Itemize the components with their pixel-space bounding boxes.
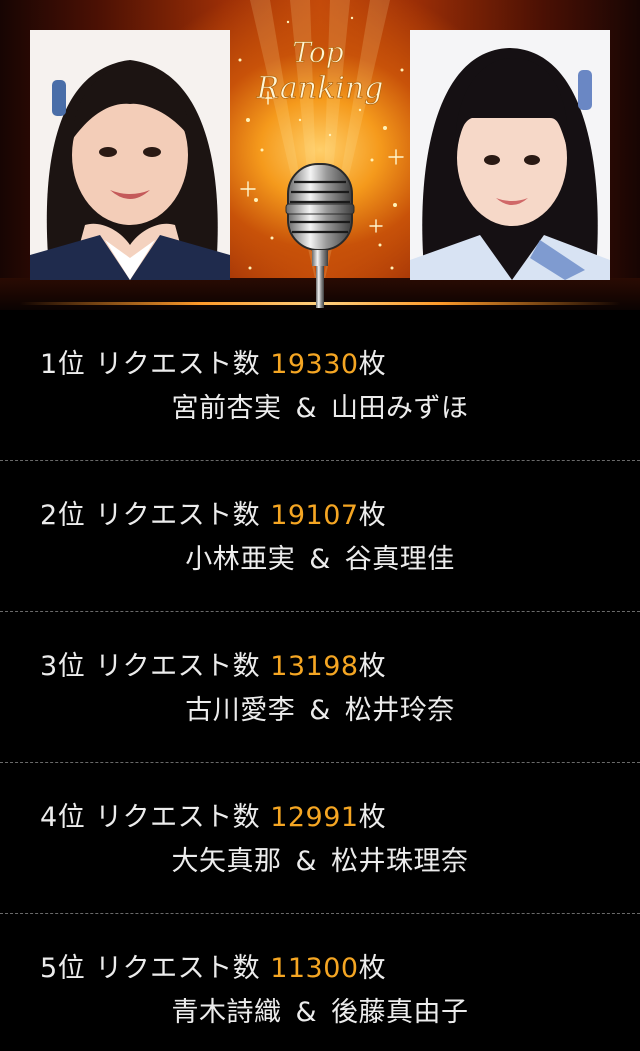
microphone-icon (285, 163, 355, 308)
member-name-a: 青木詩織 (171, 997, 282, 1028)
logo-top-text: Top (292, 36, 343, 69)
member-pair: 小林亜実 & 谷真理佳 (0, 537, 640, 576)
rank-number: 2 (40, 500, 58, 531)
rank-line: 5位 リクエスト数 11300枚 (40, 946, 386, 985)
member-name-b: 谷真理佳 (344, 544, 455, 575)
rank-line: 3位 リクエスト数 13198枚 (40, 644, 386, 683)
request-count-value: 19330 (270, 349, 359, 380)
pair-separator: & (295, 846, 318, 877)
pair-separator: & (309, 695, 331, 726)
ranking-row: 4位 リクエスト数 12991枚大矢真那 & 松井珠理奈 (0, 763, 640, 914)
rank-suffix: 位 (57, 651, 86, 682)
member-name-b: 松井玲奈 (344, 695, 455, 726)
ranking-row: 3位 リクエスト数 13198枚古川愛李 & 松井玲奈 (0, 612, 640, 763)
rank-number: 4 (40, 802, 58, 833)
request-count-label: リクエスト数 (95, 802, 261, 833)
member-name-a: 小林亜実 (185, 544, 296, 575)
top-ranking-page: Top Ranking 1位 リクエスト数 19330枚 宮前杏実 & 山田みず… (0, 0, 640, 1051)
request-count-value: 12991 (270, 802, 359, 833)
ranking-row: 1位 リクエスト数 19330枚宮前杏実 & 山田みずほ (0, 310, 640, 461)
member-pair: 宮前杏実 & 山田みずほ (0, 386, 640, 425)
rank-line: 2位 リクエスト数 19107枚 (40, 493, 386, 532)
member-name-b: 後藤真由子 (331, 997, 469, 1028)
rank-line: 4位 リクエスト数 12991枚 (40, 795, 386, 834)
member-name-b: 松井珠理奈 (331, 846, 469, 877)
count-unit: 枚 (358, 802, 387, 833)
rank-line: 1位 リクエスト数 19330枚 (40, 342, 386, 381)
rank-suffix: 位 (57, 802, 86, 833)
rank-suffix: 位 (57, 500, 86, 531)
member-pair: 古川愛李 & 松井玲奈 (0, 688, 640, 727)
request-count-value: 13198 (270, 651, 359, 682)
request-count-label: リクエスト数 (95, 500, 261, 531)
member-name-a: 宮前杏実 (171, 393, 282, 424)
rank-number: 5 (40, 953, 58, 984)
count-unit: 枚 (358, 953, 387, 984)
rank-suffix: 位 (57, 953, 86, 984)
ranking-row: 5位 リクエスト数 11300枚青木詩織 & 後藤真由子 (0, 914, 640, 1051)
member-photo-left (30, 30, 230, 280)
member-photo-right (410, 30, 610, 280)
rank-number: 1 (40, 349, 58, 380)
count-unit: 枚 (358, 349, 387, 380)
member-name-a: 大矢真那 (171, 846, 282, 877)
header-banner: Top Ranking (0, 0, 640, 310)
top-ranking-logo: Top Ranking (255, 36, 384, 107)
rank-number: 3 (40, 651, 58, 682)
count-unit: 枚 (358, 651, 387, 682)
member-name-a: 古川愛李 (185, 695, 296, 726)
member-pair: 大矢真那 & 松井珠理奈 (0, 839, 640, 878)
logo-ranking-text: Ranking (256, 71, 384, 106)
count-unit: 枚 (358, 500, 387, 531)
pair-separator: & (295, 393, 318, 424)
request-count-value: 11300 (270, 953, 359, 984)
member-pair: 青木詩織 & 後藤真由子 (0, 990, 640, 1029)
request-count-label: リクエスト数 (95, 651, 261, 682)
pair-separator: & (295, 997, 318, 1028)
request-count-label: リクエスト数 (95, 349, 261, 380)
ranking-row: 2位 リクエスト数 19107枚小林亜実 & 谷真理佳 (0, 461, 640, 612)
request-count-value: 19107 (270, 500, 359, 531)
request-count-label: リクエスト数 (95, 953, 261, 984)
member-name-b: 山田みずほ (331, 393, 469, 424)
ranking-list: 1位 リクエスト数 19330枚 宮前杏実 & 山田みずほ 2位 リクエスト数 19107枚 小林… (0, 310, 640, 1051)
pair-separator: & (309, 544, 331, 575)
rank-suffix: 位 (57, 349, 86, 380)
